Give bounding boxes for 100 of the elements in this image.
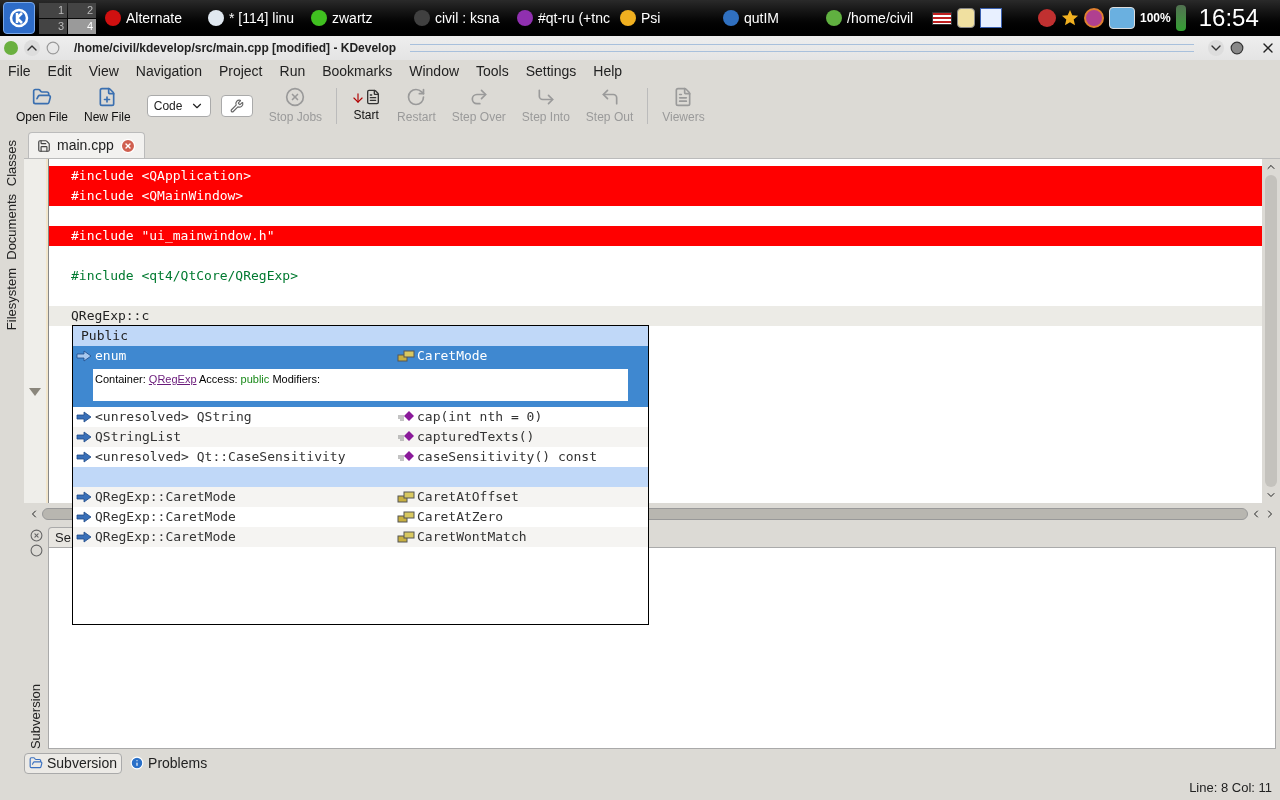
folder-icon: [32, 86, 52, 107]
kde-menu-icon[interactable]: [3, 2, 35, 34]
float-panel-icon[interactable]: [29, 544, 43, 557]
arrow-icon: [76, 491, 92, 503]
window-title: /home/civil/kdevelop/src/main.cpp [modified] - KDevelop: [74, 40, 397, 57]
code-line: #include <qt4/QtCore/QRegExp>: [71, 268, 298, 283]
dock-tab[interactable]: Filesystem: [2, 268, 22, 331]
completion-item[interactable]: QRegExp::CaretMode CaretWontMatch: [73, 527, 648, 547]
code-line: #include <QApplication>: [71, 168, 251, 183]
arrow-icon: [76, 451, 92, 463]
code-line: QRegExp::c: [71, 308, 150, 323]
stop-icon: [285, 86, 306, 107]
panel-label[interactable]: Subversion: [26, 683, 46, 749]
desktop-pager-cell[interactable]: 1: [39, 2, 67, 18]
task-button[interactable]: Alternate: [102, 3, 203, 33]
menu-item[interactable]: Navigation: [135, 60, 202, 82]
desktop-pager-cell[interactable]: 3: [39, 18, 67, 34]
task-button[interactable]: /home/civil: [823, 3, 924, 33]
menu-item[interactable]: Edit: [47, 60, 72, 82]
arrow-icon: [76, 411, 92, 423]
method-icon: [397, 451, 415, 463]
dock-tab[interactable]: Documents: [2, 194, 22, 260]
type-text: QStringList: [95, 428, 183, 447]
menu-item[interactable]: Bookmarks: [322, 60, 393, 82]
method-icon: [397, 411, 415, 423]
symbol-name: CaretMode: [417, 347, 488, 366]
toolbar-button[interactable]: Start: [345, 88, 388, 124]
completion-item[interactable]: QStringList capturedTexts(): [73, 427, 648, 447]
completion-item[interactable]: QRegExp::CaretMode CaretAtOffset: [73, 487, 648, 507]
menu-item[interactable]: Run: [279, 60, 306, 82]
enum-icon: [397, 491, 415, 503]
fold-marker-icon[interactable]: [28, 387, 42, 397]
enum-icon: [397, 511, 415, 523]
task-button[interactable]: zwartz: [308, 3, 409, 33]
menu-item[interactable]: Project: [218, 60, 263, 82]
symbol-name: CaretAtOffset: [417, 488, 519, 507]
mode-combo[interactable]: Code: [146, 95, 211, 117]
battery-text[interactable]: 100%: [1140, 9, 1171, 27]
type-text: QRegExp::CaretMode: [95, 488, 237, 507]
detail-text: Container: QRegExp Access: public Modifiers:: [95, 373, 321, 385]
menu-item[interactable]: File: [8, 60, 31, 82]
toolbar-button[interactable]: Open File: [10, 86, 75, 126]
keep-above-icon[interactable]: [24, 40, 40, 56]
menu-item[interactable]: Window: [409, 60, 460, 82]
type-text: QRegExp::CaretMode: [95, 528, 237, 547]
battery-icon[interactable]: [1175, 5, 1186, 31]
minimize-icon[interactable]: [1208, 40, 1224, 56]
file-plus-icon: [97, 86, 118, 107]
wrench-icon: [229, 99, 244, 113]
toolbar-button[interactable]: New File: [78, 86, 137, 126]
status-text: Line: 8 Col: 11: [1189, 778, 1272, 797]
enum-icon: [397, 531, 415, 543]
arrow-icon: [76, 350, 92, 362]
menu-item[interactable]: Tools: [476, 60, 509, 82]
maximize-icon[interactable]: [1230, 41, 1244, 55]
info-icon: [130, 756, 145, 770]
task-button[interactable]: civil : ksna: [411, 3, 512, 33]
clock[interactable]: 16:54: [1198, 0, 1259, 36]
symbol-name: CaretAtZero: [417, 508, 504, 527]
tray-app-icon[interactable]: [1038, 9, 1056, 27]
menu-item[interactable]: Help: [593, 60, 623, 82]
desktop-pager-cell[interactable]: 2: [68, 2, 96, 18]
editor-tab[interactable]: main.cpp: [28, 132, 145, 158]
star-icon[interactable]: [1061, 9, 1079, 27]
group-title: Public: [81, 328, 128, 343]
arrow-icon: [76, 511, 92, 523]
menu-item[interactable]: View: [88, 60, 119, 82]
arrow-icon: [76, 431, 92, 443]
vertical-scrollbar[interactable]: [1262, 159, 1280, 503]
task-button[interactable]: * [114] linu: [205, 3, 306, 33]
close-tab-icon[interactable]: [119, 137, 136, 154]
code-line: #include "ui_mainwindow.h": [71, 228, 275, 243]
step-out-icon: [599, 86, 620, 107]
completion-item[interactable]: enum CaretMode Container: QRegExp Access: public Modifiers:: [73, 346, 648, 407]
save-icon: [37, 138, 51, 153]
task-button[interactable]: #qt-ru (+tnc: [514, 3, 615, 33]
bottom-tab[interactable]: Problems: [126, 752, 212, 774]
type-text: enum: [95, 347, 128, 366]
settings-button[interactable]: [220, 95, 253, 117]
arrow-icon: [76, 531, 92, 543]
close-panel-icon[interactable]: [29, 529, 43, 542]
document-icon: [673, 86, 694, 107]
bottom-tab[interactable]: Subversion: [24, 752, 123, 774]
type-text: <unresolved> Qt::CaseSensitivity: [95, 448, 347, 467]
task-button[interactable]: qutIM: [720, 3, 821, 33]
method-icon: [397, 431, 415, 443]
dock-tab[interactable]: Classes: [2, 140, 22, 187]
type-text: <unresolved> QString: [95, 408, 253, 427]
type-text: QRegExp::CaretMode: [95, 508, 237, 527]
menu-item[interactable]: Settings: [525, 60, 577, 82]
flag-icon[interactable]: [932, 11, 952, 25]
code-line: #include <QMainWindow>: [71, 188, 244, 203]
task-button[interactable]: Psi: [617, 3, 718, 33]
start-icon: [351, 88, 382, 105]
repository-icon: [29, 756, 43, 770]
symbol-name: CaretWontMatch: [417, 528, 527, 547]
container-link[interactable]: QRegExp: [148, 373, 197, 385]
symbol-name: caseSensitivity() const: [417, 448, 597, 467]
symbol-name: cap(int nth = 0): [417, 408, 543, 427]
symbol-name: capturedTexts(): [417, 428, 535, 447]
